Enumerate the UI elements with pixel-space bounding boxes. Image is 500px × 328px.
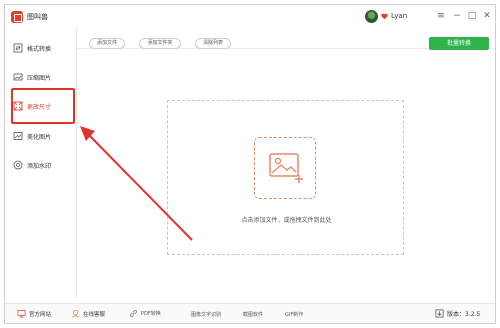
link-icon [130, 310, 137, 317]
drop-hint-text: 点击添加文件，或拖拽文件到此处 [241, 217, 332, 224]
online-service-link[interactable]: 在线客服 [71, 309, 105, 318]
add-file-button[interactable]: 添加文件 [89, 38, 125, 49]
app-logo-icon [11, 11, 23, 23]
download-icon [435, 309, 444, 318]
compress-icon [13, 73, 23, 81]
version-label: 版本：3.2.5 [447, 311, 481, 318]
add-image-button[interactable] [254, 137, 316, 199]
add-folder-button[interactable]: 添加文件夹 [139, 38, 181, 49]
avatar[interactable] [365, 10, 378, 23]
online-service-label: 在线客服 [83, 311, 106, 318]
official-website-link[interactable]: 官方网站 [17, 309, 51, 318]
pdf-convert-link[interactable]: PDF转换 [129, 309, 161, 318]
title-bar: 图叫兽 Lyan ≡ − □ ✕ [5, 5, 495, 27]
sidebar-item-label: 添加水印 [27, 162, 52, 170]
beautify-icon [13, 132, 23, 140]
sidebar: 格式转换 压缩图片 更改尺寸 美化图片 添加水印 [5, 27, 77, 297]
user-name[interactable]: Lyan [391, 12, 407, 20]
gif-maker-link[interactable]: GIF制作 [285, 311, 303, 318]
vip-heart-icon [381, 13, 388, 20]
official-website-label: 官方网站 [29, 311, 52, 318]
add-image-icon [269, 153, 303, 183]
app-window: 图叫兽 Lyan ≡ − □ ✕ 格式转换 压缩图片 更改尺寸 美化图片 添加水… [4, 4, 496, 324]
sidebar-item-compress[interactable]: 压缩图片 [13, 70, 77, 84]
sidebar-item-watermark[interactable]: 添加水印 [13, 158, 77, 172]
minimize-icon[interactable]: − [451, 10, 463, 22]
toolbar: 添加文件 添加文件夹 清除列表 批量转换 [77, 27, 495, 50]
app-title: 图叫兽 [27, 13, 48, 21]
screenshot-software-link[interactable]: 截图软件 [243, 311, 263, 318]
watermark-icon [13, 160, 23, 170]
version-info: 版本：3.2.5 [435, 309, 480, 318]
menu-icon[interactable]: ≡ [435, 10, 447, 22]
file-drop-zone[interactable]: 点击添加文件，或拖拽文件到此处 [167, 100, 404, 255]
sidebar-item-label: 压缩图片 [27, 74, 52, 82]
website-icon [17, 309, 26, 318]
clear-list-button[interactable]: 清除列表 [195, 38, 231, 49]
customer-service-icon [72, 309, 79, 318]
annotation-highlight-box [11, 88, 75, 124]
maximize-icon[interactable]: □ [466, 10, 478, 22]
status-bar: 官方网站 在线客服 PDF转换 图像文字识别 截图软件 GIF制作 版本：3.2… [5, 303, 495, 323]
close-icon[interactable]: ✕ [481, 10, 493, 22]
sidebar-item-label: 美化图片 [27, 133, 52, 141]
batch-convert-button[interactable]: 批量转换 [429, 37, 489, 50]
sidebar-item-format-convert[interactable]: 格式转换 [13, 41, 77, 55]
ocr-link[interactable]: 图像文字识别 [191, 311, 221, 318]
sidebar-item-beautify[interactable]: 美化图片 [13, 129, 77, 143]
format-convert-icon [13, 43, 23, 53]
pdf-convert-label: PDF转换 [141, 311, 161, 317]
sidebar-item-label: 格式转换 [27, 45, 52, 53]
